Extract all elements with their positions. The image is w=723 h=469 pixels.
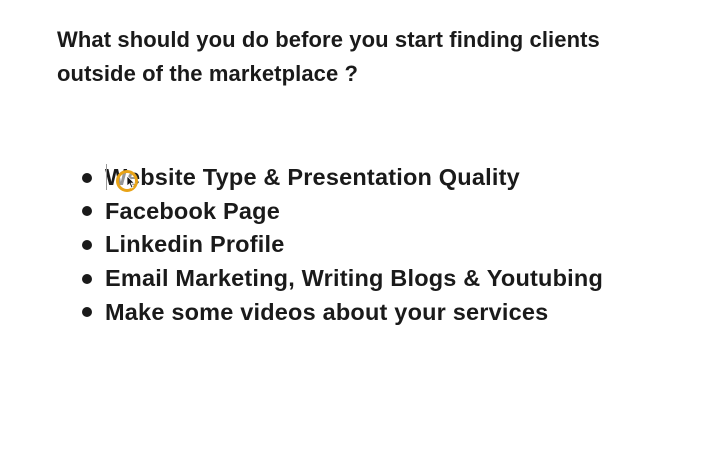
list-item[interactable]: Website Type & Presentation Quality [82, 161, 603, 195]
bullet-icon [82, 239, 92, 250]
document-page: What should you do before you start find… [0, 0, 723, 469]
text-caret [106, 164, 107, 190]
list-item-text: Facebook Page [105, 197, 280, 224]
bullet-icon [82, 172, 92, 183]
page-heading: What should you do before you start find… [57, 27, 600, 86]
bullet-icon [82, 307, 92, 318]
list-item[interactable]: Linkedin Profile [82, 228, 603, 262]
bullet-icon [82, 273, 92, 284]
mouse-pointer-icon [126, 175, 136, 189]
list-item[interactable]: Email Marketing, Writing Blogs & Youtubi… [82, 262, 603, 296]
list-item-text: Linkedin Profile [105, 231, 285, 258]
list-item-text: Website Type & Presentation Quality [105, 164, 520, 191]
bullet-icon [82, 206, 92, 217]
list-item-text: Make some videos about your services [105, 298, 549, 325]
bullet-list: Website Type & Presentation Quality Face… [82, 161, 603, 329]
list-item[interactable]: Make some videos about your services [82, 295, 603, 329]
list-item-text: Email Marketing, Writing Blogs & Youtubi… [105, 265, 603, 292]
list-item[interactable]: Facebook Page [82, 195, 603, 229]
